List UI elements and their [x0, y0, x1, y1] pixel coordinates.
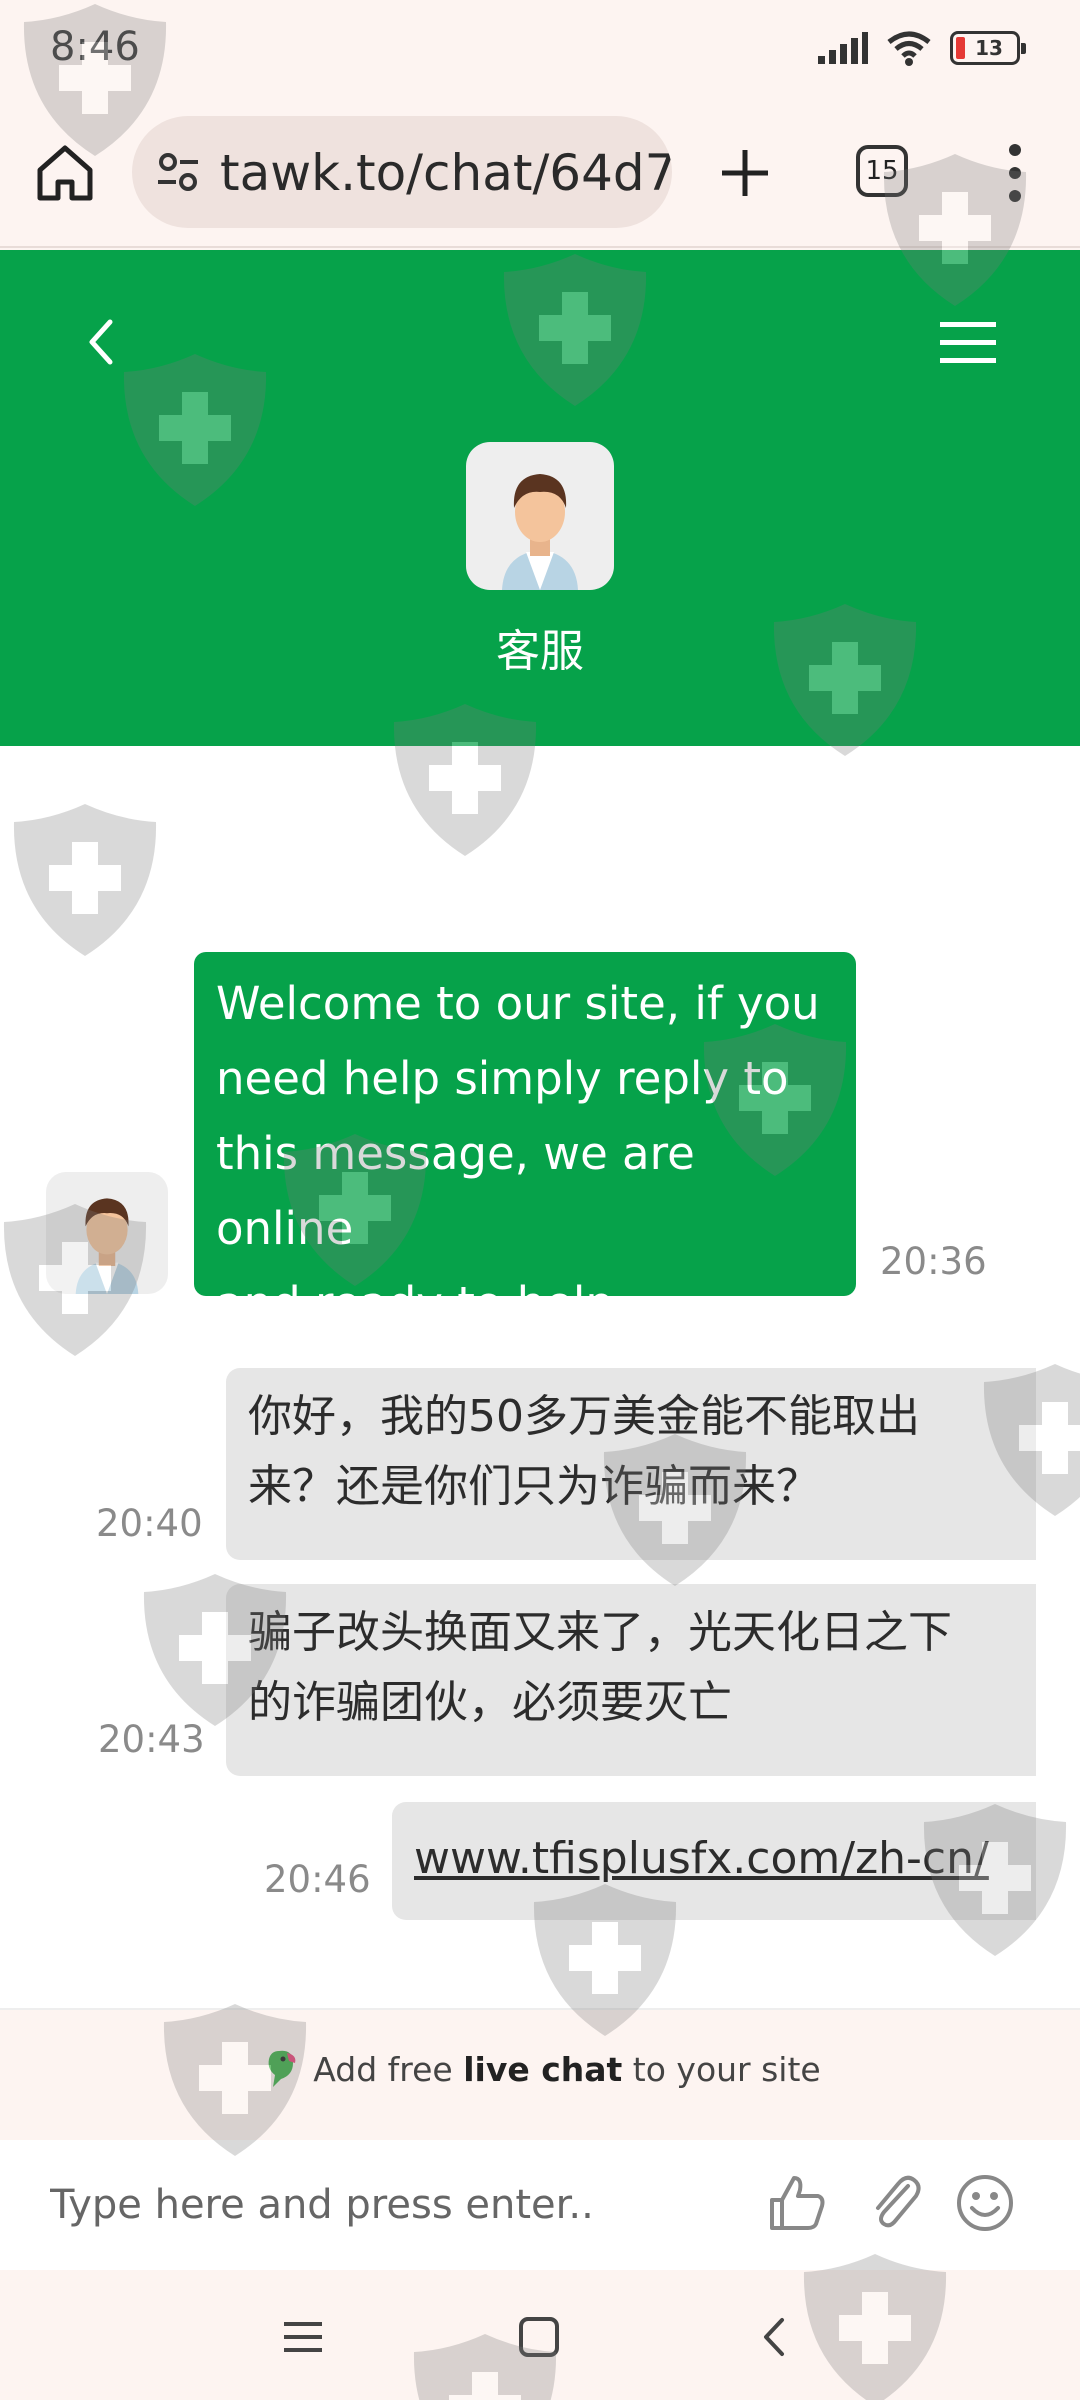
home-icon[interactable] [32, 140, 98, 206]
wifi-icon [887, 31, 931, 66]
footer-divider [0, 2008, 1080, 2010]
message-line: 的诈骗团伙，必须要灭亡 [248, 1677, 732, 1728]
back-nav-icon[interactable] [750, 2312, 800, 2362]
thumbs-up-icon[interactable] [766, 2172, 828, 2234]
message-link[interactable]: www.tfisplusfx.com/zh-cn/ [414, 1833, 989, 1884]
agent-avatar [466, 442, 614, 590]
status-time: 8:46 [50, 24, 140, 70]
message-line: 你好，我的50多万美金能不能取出 [248, 1391, 920, 1442]
status-bar: 8:46 13 [0, 0, 1080, 100]
person-icon [502, 474, 578, 590]
new-tab-icon[interactable] [712, 140, 778, 206]
chat-menu-icon[interactable] [940, 320, 996, 366]
message-line: this message, we are online [216, 1127, 695, 1255]
attachment-icon[interactable] [864, 2172, 926, 2234]
signal-icon [818, 32, 868, 64]
message-line: 来？还是你们只为诈骗而来？ [248, 1461, 820, 1512]
url-text: tawk.to/chat/64d7 [220, 144, 672, 202]
status-icons: 13 [818, 30, 1026, 66]
recent-apps-icon[interactable] [278, 2312, 328, 2362]
message-avatar [46, 1172, 168, 1294]
system-nav-bar [0, 2272, 1080, 2400]
tab-switcher-button[interactable]: 15 [856, 145, 908, 197]
message-composer [0, 2140, 1080, 2270]
message-time: 20:46 [264, 1858, 371, 1901]
message-line: need help simply reply to [216, 1052, 789, 1105]
message-line: Welcome to our site, if you [216, 977, 820, 1030]
battery-icon: 13 [950, 31, 1026, 65]
emoji-icon[interactable] [954, 2172, 1016, 2234]
parrot-icon [268, 2050, 296, 2087]
message-line: and ready to help. [216, 1277, 629, 1330]
back-icon[interactable] [80, 312, 124, 372]
message-time: 20:43 [98, 1718, 205, 1761]
agent-name: 客服 [496, 626, 584, 677]
branding-suffix: to your site [622, 2050, 821, 2089]
message-line: 骗子改头换面又来了，光天化日之下 [248, 1607, 952, 1658]
agent-message-bubble: Welcome to our site, if you need help si… [194, 952, 856, 1330]
site-settings-icon[interactable] [154, 148, 202, 196]
message-time: 20:40 [96, 1502, 203, 1545]
message-time: 20:36 [880, 1240, 987, 1283]
visitor-message-bubble: www.tfisplusfx.com/zh-cn/ [392, 1802, 1036, 1920]
visitor-message-bubble: 你好，我的50多万美金能不能取出 来？还是你们只为诈骗而来？ [226, 1368, 1036, 1560]
battery-level: 13 [975, 36, 1003, 60]
chat-header: 客服 [0, 250, 1080, 746]
home-nav-icon[interactable] [514, 2312, 564, 2362]
person-icon [75, 1198, 139, 1294]
branding-prefix: Add free [313, 2050, 464, 2089]
browser-toolbar: tawk.to/chat/64d7 15 [0, 100, 1080, 248]
address-bar[interactable]: tawk.to/chat/64d7 [132, 116, 672, 228]
visitor-message-bubble: 骗子改头换面又来了，光天化日之下 的诈骗团伙，必须要灭亡 [226, 1584, 1036, 1776]
more-options-icon[interactable] [994, 142, 1036, 204]
chat-messages: Welcome to our site, if you need help si… [0, 746, 1080, 2010]
tawk-branding-link[interactable]: Add free live chat to your site [0, 2045, 1080, 2089]
message-input[interactable] [50, 2170, 750, 2240]
branding-bold: live chat [463, 2050, 623, 2089]
